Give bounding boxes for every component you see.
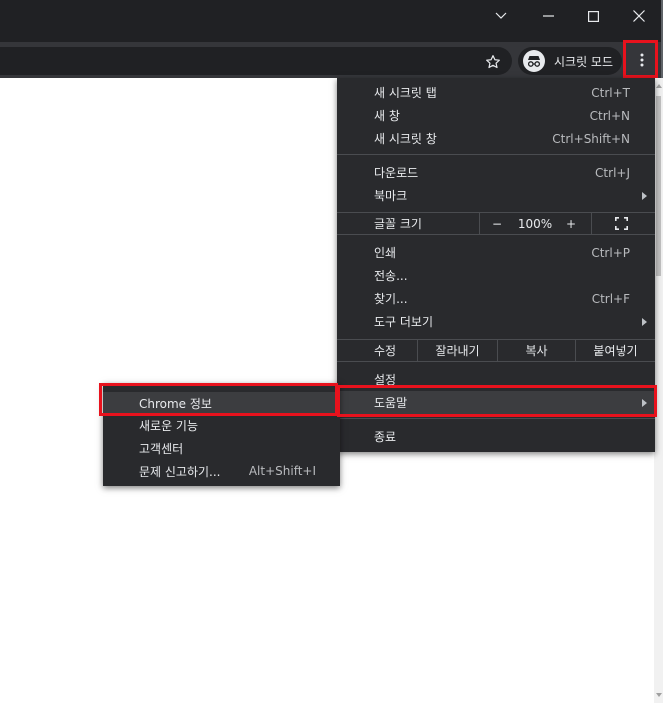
menu-separator — [337, 154, 655, 155]
menu-separator — [337, 418, 655, 419]
menu-item-label: 종료 — [374, 430, 397, 444]
menu-item-label: 새로운 기능 — [139, 418, 199, 433]
menu-item-cast[interactable]: 전송... — [337, 264, 655, 287]
title-bar — [0, 0, 663, 42]
menu-item-bookmarks[interactable]: 북마크 — [337, 184, 655, 207]
submenu-item-report-issue[interactable]: 문제 신고하기... Alt+Shift+I — [103, 460, 340, 482]
submenu-arrow-icon — [642, 191, 647, 200]
incognito-label: 시크릿 모드 — [554, 54, 614, 69]
chevron-down-icon[interactable] — [478, 0, 524, 32]
scroll-up-icon[interactable] — [656, 84, 662, 88]
menu-item-find[interactable]: 찾기... Ctrl+F — [337, 287, 655, 310]
shortcut-text: Ctrl+P — [591, 245, 630, 260]
divider — [479, 213, 480, 234]
menu-item-label: 찾기... — [374, 292, 408, 306]
menu-item-new-incognito-window[interactable]: 새 시크릿 창 Ctrl+Shift+N — [337, 127, 655, 150]
menu-item-label: 인쇄 — [374, 246, 397, 260]
shortcut-text: Ctrl+Shift+N — [552, 131, 630, 146]
edit-label: 수정 — [374, 344, 397, 358]
menu-item-more-tools[interactable]: 도구 더보기 — [337, 310, 655, 333]
menu-button-highlight — [623, 40, 658, 78]
about-item-highlight — [99, 383, 338, 416]
menu-item-label: 문제 신고하기... — [139, 464, 221, 479]
shortcut-text: Ctrl+F — [591, 291, 630, 306]
edit-row: 수정 잘라내기 복사 붙여넣기 — [337, 339, 655, 362]
shortcut-text: Ctrl+J — [595, 165, 630, 180]
menu-item-label: 전송... — [374, 269, 408, 283]
menu-item-print[interactable]: 인쇄 Ctrl+P — [337, 241, 655, 264]
close-icon[interactable] — [616, 0, 662, 32]
submenu-item-help-center[interactable]: 고객센터 — [103, 437, 340, 459]
menu-item-new-window[interactable]: 새 창 Ctrl+N — [337, 104, 655, 127]
fullscreen-icon[interactable] — [609, 213, 633, 234]
zoom-in-button[interactable]: + — [559, 213, 583, 234]
menu-item-label: 다운로드 — [374, 166, 419, 180]
incognito-icon — [523, 50, 545, 72]
menu-item-label: 북마크 — [374, 189, 408, 203]
scroll-down-icon[interactable] — [656, 693, 662, 697]
address-bar[interactable] — [0, 47, 512, 75]
submenu-arrow-icon — [642, 317, 647, 326]
menu-item-label: 새 시크릿 탭 — [374, 86, 437, 100]
incognito-indicator[interactable]: 시크릿 모드 — [518, 47, 622, 75]
shortcut-text: Ctrl+N — [589, 108, 630, 123]
menu-item-downloads[interactable]: 다운로드 Ctrl+J — [337, 161, 655, 184]
zoom-row: 글꼴 크기 − 100% + — [337, 212, 655, 235]
zoom-label: 글꼴 크기 — [374, 217, 422, 231]
menu-item-label: 새 창 — [374, 109, 400, 123]
menu-item-label: 고객센터 — [139, 441, 184, 456]
star-icon[interactable] — [482, 51, 504, 73]
shortcut-text: Alt+Shift+I — [248, 464, 316, 478]
divider — [591, 213, 592, 234]
maximize-icon[interactable] — [570, 0, 616, 32]
menu-item-new-incognito-tab[interactable]: 새 시크릿 탭 Ctrl+T — [337, 81, 655, 104]
help-item-highlight — [337, 385, 657, 417]
menu-item-label: 도구 더보기 — [374, 315, 434, 329]
shortcut-text: Ctrl+T — [591, 85, 630, 100]
cut-button[interactable]: 잘라내기 — [418, 340, 497, 361]
paste-button[interactable]: 붙여넣기 — [576, 340, 655, 361]
menu-item-exit[interactable]: 종료 — [337, 425, 655, 448]
zoom-out-button[interactable]: − — [485, 213, 509, 234]
zoom-level: 100% — [517, 216, 553, 231]
menu-item-label: 새 시크릿 창 — [374, 132, 437, 146]
scrollbar-thumb[interactable] — [656, 96, 661, 276]
minimize-icon[interactable] — [525, 0, 571, 32]
submenu-item-whats-new[interactable]: 새로운 기능 — [103, 414, 340, 436]
copy-button[interactable]: 복사 — [498, 340, 575, 361]
